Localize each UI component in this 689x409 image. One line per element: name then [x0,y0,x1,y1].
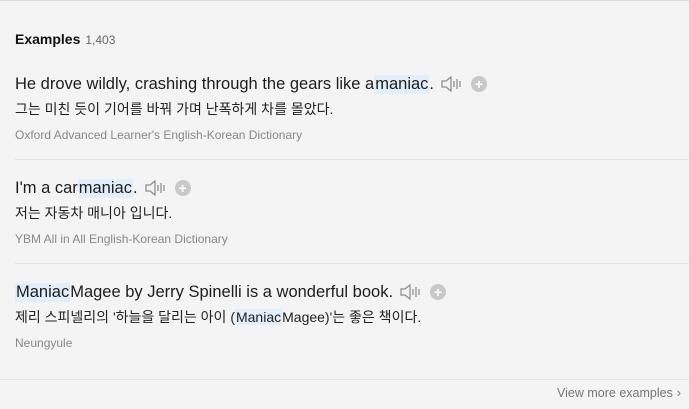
example-item: He drove wildly, crashing through the ge… [15,72,689,142]
highlighted-keyword: Maniac [15,282,71,302]
example-english-sentence: I'm a car maniac. + [15,176,689,200]
examples-count: 1,403 [85,33,116,47]
example-korean-translation: 저는 자동차 매니아 입니다. [15,205,173,221]
example-english-sentence: Maniac Magee by Jerry Spinelli is a wond… [15,280,689,304]
example-korean-translation: 그는 미친 듯이 기어를 바꿔 가며 난폭하게 차를 몰았다. [15,101,334,117]
chevron-right-icon: › [676,386,681,400]
sentence-text: He drove wildly, crashing through the ge… [15,74,375,93]
highlighted-keyword: Maniac [234,309,283,325]
example-source: Oxford Advanced Learner's English-Korean… [15,128,303,142]
add-to-wordbook-button[interactable]: + [471,76,488,92]
example-item: I'm a car maniac. + 저는 자동차 매니아 입니다. YBM … [15,176,689,246]
example-source: Neungyule [15,336,73,350]
speaker-icon[interactable] [440,74,464,94]
add-to-wordbook-button[interactable]: + [174,180,191,196]
top-divider [0,0,689,1]
examples-title: Examples [15,31,81,47]
translation-text: Magee)'는 좋은 책이다. [282,309,422,325]
sentence-text: . [429,74,435,93]
sentence-text: I'm a car [15,178,78,197]
speaker-icon[interactable] [144,178,168,198]
divider [15,159,689,160]
example-korean-translation: 제리 스피넬리의 '하늘을 달리는 아이 (Maniac Magee)'는 좋은… [15,307,689,327]
divider [0,379,689,380]
example-item: Maniac Magee by Jerry Spinelli is a wond… [15,280,689,350]
sentence-text: Magee by Jerry Spinelli is a wonderful b… [70,282,394,301]
highlighted-keyword: maniac [77,178,133,198]
example-english-sentence: He drove wildly, crashing through the ge… [15,72,689,96]
add-to-wordbook-button[interactable]: + [430,284,447,300]
highlighted-keyword: maniac [374,74,430,94]
sentence-text: . [132,178,138,197]
translation-text: 제리 스피넬리의 '하늘을 달리는 아이 ( [15,309,235,325]
speaker-icon[interactable] [399,282,423,302]
view-more-examples-link[interactable]: View more examples › [557,386,681,400]
view-more-label: View more examples [557,386,673,400]
divider [15,263,689,264]
example-source: YBM All in All English-Korean Dictionary [15,232,228,246]
examples-header: Examples 1,403 [15,31,115,47]
